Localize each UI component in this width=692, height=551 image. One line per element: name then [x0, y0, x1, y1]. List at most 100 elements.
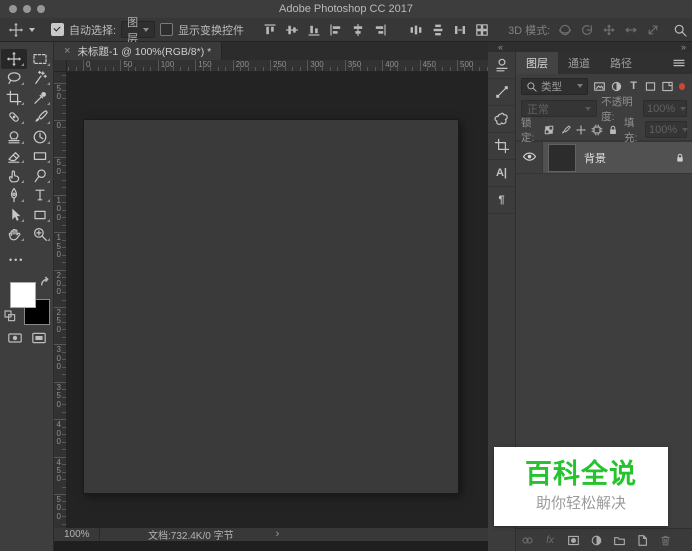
foreground-color-swatch[interactable]: [10, 282, 36, 308]
gradient-tool[interactable]: [27, 147, 53, 167]
new-group-button[interactable]: [611, 533, 627, 549]
show-transform-checkbox[interactable]: [160, 23, 173, 36]
filter-shape-layers-button[interactable]: [643, 79, 658, 94]
crop-tool[interactable]: [1, 88, 27, 108]
auto-select-checkbox[interactable]: [51, 23, 64, 36]
paragraph-panel-button[interactable]: ¶: [488, 187, 515, 214]
align-bottom-edges-button[interactable]: [304, 20, 324, 40]
tab-路径[interactable]: 路径: [600, 52, 642, 74]
swap-colors-icon[interactable]: [39, 276, 49, 286]
new-adjustment-layer-button[interactable]: [588, 533, 604, 549]
align-horizontal-centers-button[interactable]: [348, 20, 368, 40]
document-tab[interactable]: × 未标题-1 @ 100%(RGB/8*) *: [54, 42, 222, 60]
tab-图层[interactable]: 图层: [516, 52, 558, 74]
default-colors-icon[interactable]: [4, 310, 16, 322]
history-brush-tool[interactable]: [27, 127, 53, 147]
brush-tool[interactable]: [27, 108, 53, 128]
add-layer-mask-button[interactable]: [565, 533, 581, 549]
healing-brush-tool[interactable]: [1, 108, 27, 128]
layer-visibility-toggle[interactable]: [516, 142, 543, 173]
move-tool-preset-icon[interactable]: [8, 20, 24, 40]
layer-filter-toggle[interactable]: [679, 83, 685, 90]
character-panel-button[interactable]: A|: [488, 160, 515, 187]
crop-preview-panel-button[interactable]: [488, 133, 515, 160]
auto-select-label: 自动选择:: [69, 22, 116, 38]
auto-select-target-select[interactable]: 图层: [121, 21, 155, 38]
align-left-edges-button[interactable]: [326, 20, 346, 40]
type-tool[interactable]: [27, 186, 53, 206]
layer-thumbnail[interactable]: [549, 145, 575, 171]
document-canvas[interactable]: [84, 120, 458, 493]
delete-layer-button[interactable]: [657, 533, 673, 549]
search-icon[interactable]: [673, 20, 687, 40]
layer-effects-button[interactable]: fx: [542, 533, 558, 549]
eyedropper-tool[interactable]: [27, 88, 53, 108]
edit-toolbar-button[interactable]: •••: [9, 255, 24, 265]
3d-scale-button[interactable]: [643, 20, 663, 40]
status-options-chevron-icon[interactable]: ›: [276, 529, 280, 540]
hand-tool[interactable]: [1, 225, 27, 245]
move-tool[interactable]: [1, 49, 27, 69]
fill-select[interactable]: 100%: [645, 121, 687, 138]
distribute-spacing-button[interactable]: [450, 20, 470, 40]
3d-pan-button[interactable]: [599, 20, 619, 40]
lock-position-button[interactable]: [574, 122, 588, 137]
link-layers-button[interactable]: [519, 533, 535, 549]
eraser-tool[interactable]: [1, 147, 27, 167]
path-select-tool[interactable]: [1, 205, 27, 225]
clone-stamp-tool[interactable]: [1, 127, 27, 147]
tab-通道[interactable]: 通道: [558, 52, 600, 74]
distribute-vertical-centers-button[interactable]: [428, 20, 448, 40]
marquee-tool[interactable]: [27, 49, 53, 69]
filter-type-layers-button[interactable]: T: [626, 79, 641, 94]
lock-all-button[interactable]: [606, 122, 620, 137]
align-right-edges-button[interactable]: [370, 20, 390, 40]
minimize-window-button[interactable]: [23, 5, 31, 13]
ruler-tick: [292, 67, 293, 71]
3d-roll-button[interactable]: [577, 20, 597, 40]
screen-mode-button[interactable]: [29, 330, 49, 345]
collapse-panels-icon[interactable]: «: [498, 42, 503, 52]
filter-smart-objects-button[interactable]: [660, 79, 675, 94]
distribute-horizontal-centers-button[interactable]: [406, 20, 426, 40]
align-vertical-centers-icon: [285, 23, 299, 37]
magic-wand-tool[interactable]: [27, 69, 53, 89]
ruler-major-tick: [382, 60, 383, 71]
filter-pixel-layers-button[interactable]: [592, 79, 607, 94]
zoom-window-button[interactable]: [37, 5, 45, 13]
close-window-button[interactable]: [9, 5, 17, 13]
auto-align-layers-button[interactable]: [472, 20, 492, 40]
collapse-dock-icon[interactable]: »: [681, 42, 686, 52]
shapes-panel-button[interactable]: [488, 106, 515, 133]
rectangle-tool[interactable]: [27, 205, 53, 225]
align-top-edges-button[interactable]: [260, 20, 280, 40]
zoom-level-field[interactable]: 100%: [54, 528, 100, 541]
properties-panel-button[interactable]: [488, 79, 515, 106]
tool-preset-chevron-icon[interactable]: [29, 28, 35, 32]
quick-mask-button[interactable]: [5, 330, 25, 345]
layer-row-content[interactable]: 背景: [543, 142, 692, 173]
3d-orbit-button[interactable]: [555, 20, 575, 40]
new-layer-button[interactable]: [634, 533, 650, 549]
opacity-select[interactable]: 100%: [643, 100, 687, 117]
ruler-tick: [62, 113, 66, 114]
close-tab-icon[interactable]: ×: [64, 46, 70, 57]
lock-artboard-button[interactable]: [590, 122, 604, 137]
layer-filter-select[interactable]: 类型: [521, 78, 588, 95]
filter-adjustment-layers-button[interactable]: [609, 79, 624, 94]
panel-menu-icon[interactable]: [672, 52, 686, 74]
smudge-tool[interactable]: [1, 166, 27, 186]
ruler-tick: [62, 322, 66, 323]
dodge-tool[interactable]: [27, 166, 53, 186]
lock-transparent-pixels-button[interactable]: [542, 122, 556, 137]
zoom-tool[interactable]: [27, 225, 53, 245]
adjustments-panel-button[interactable]: [488, 52, 515, 79]
pen-tool[interactable]: [1, 186, 27, 206]
layer-row[interactable]: 背景: [516, 141, 692, 174]
horizontal-ruler[interactable]: 050100150200250300350400450500: [67, 60, 488, 72]
lasso-tool[interactable]: [1, 69, 27, 89]
vertical-ruler[interactable]: 5 005 01 0 01 5 02 0 02 5 03 0 03 5 04 0…: [54, 72, 67, 541]
3d-slide-button[interactable]: [621, 20, 641, 40]
lock-image-pixels-button[interactable]: [558, 122, 572, 137]
align-vertical-centers-button[interactable]: [282, 20, 302, 40]
